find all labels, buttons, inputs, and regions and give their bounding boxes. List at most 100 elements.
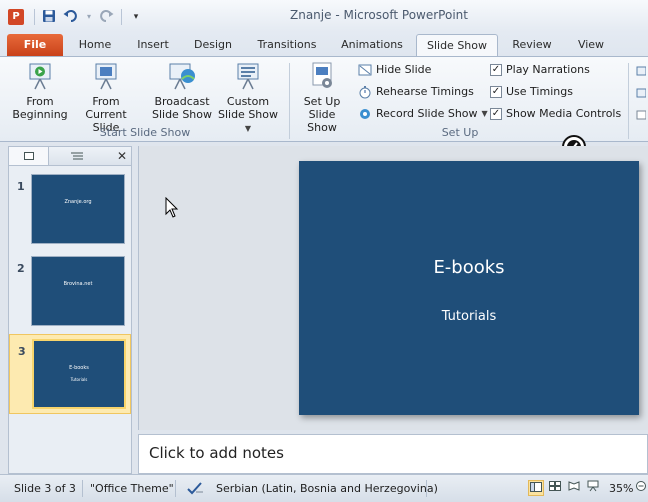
qat-separator	[34, 9, 35, 25]
record-icon	[358, 107, 372, 121]
stopwatch-icon	[358, 85, 372, 99]
slide-thumbnail-row-2[interactable]: 2 Brovina.net	[9, 252, 131, 328]
thumbnail-title: Znanje.org	[64, 199, 92, 205]
setup-label-1: Set Up	[303, 95, 341, 108]
reading-view-icon[interactable]	[566, 480, 582, 496]
group-separator	[628, 63, 629, 139]
qat-separator	[121, 9, 122, 25]
group-label-set-up: Set Up	[441, 126, 479, 139]
custom-label-1: Custom	[226, 95, 270, 108]
slides-panel: 1 Znanje.org 2 Brovina.net 3 E-books Tut…	[8, 166, 132, 474]
from-current-label-1: From	[92, 95, 120, 108]
slide-canvas[interactable]: E-books Tutorials	[138, 146, 648, 430]
slide-counter: Slide 3 of 3	[14, 482, 76, 495]
slide-show-view-icon[interactable]	[585, 480, 601, 496]
from-beginning-label-2: Beginning	[12, 108, 68, 121]
tab-slides-thumbnails[interactable]	[9, 147, 49, 165]
tab-insert[interactable]: Insert	[128, 34, 178, 56]
normal-view-icon[interactable]	[528, 480, 544, 496]
projector-current-icon	[91, 61, 121, 91]
from-beginning-button[interactable]: From Beginning	[8, 61, 72, 121]
tab-outline[interactable]	[57, 147, 97, 165]
status-separator	[426, 480, 427, 497]
use-timings-checkbox[interactable]: ✓ Use Timings	[490, 83, 573, 101]
group-separator	[289, 63, 290, 139]
ribbon-tab-bar: File Home Insert Design Transitions Anim…	[0, 32, 648, 57]
monitors-group-icon[interactable]	[636, 63, 647, 123]
save-icon[interactable]	[41, 9, 57, 25]
checkbox-checked[interactable]: ✓	[490, 64, 502, 76]
slide-sorter-view-icon[interactable]	[547, 480, 563, 496]
checkbox-checked[interactable]: ✓	[490, 86, 502, 98]
play-narrations-checkbox[interactable]: ✓ Play Narrations	[490, 61, 590, 79]
chevron-down-icon: ▼	[244, 124, 252, 133]
slide-title[interactable]: E-books	[299, 257, 639, 278]
hide-slide-icon	[358, 63, 372, 77]
slide-thumbnail[interactable]: Brovina.net	[31, 256, 125, 326]
tab-file[interactable]: File	[7, 34, 63, 56]
hide-slide-button[interactable]: Hide Slide	[358, 61, 431, 79]
chevron-down-icon: ▼	[481, 109, 488, 118]
status-separator	[82, 480, 83, 497]
window-title: Znanje - Microsoft PowerPoint	[290, 8, 468, 22]
customize-qat-icon[interactable]: ▾	[128, 9, 144, 25]
from-beginning-label-1: From	[26, 95, 54, 108]
tab-design[interactable]: Design	[186, 34, 240, 56]
powerpoint-app-icon[interactable]: P	[8, 9, 24, 25]
setup-slideshow-icon	[307, 61, 337, 91]
checkbox-checked[interactable]: ✓	[490, 108, 502, 120]
tab-view[interactable]: View	[566, 34, 616, 56]
tab-slide-show[interactable]: Slide Show	[416, 34, 498, 57]
broadcast-label-1: Broadcast	[154, 95, 210, 108]
language-indicator[interactable]: Serbian (Latin, Bosnia and Herzegovina)	[216, 482, 438, 495]
set-up-slide-show-button[interactable]: Set Up Slide Show	[292, 61, 352, 134]
from-current-slide-button[interactable]: From Current Slide	[72, 61, 140, 134]
undo-icon[interactable]	[63, 9, 79, 25]
slide-thumbnail[interactable]: Znanje.org	[31, 174, 125, 244]
zoom-out-icon[interactable]	[636, 480, 646, 496]
current-slide[interactable]: E-books Tutorials	[299, 161, 639, 415]
slides-panel-header: ✕	[8, 146, 132, 166]
status-bar: Slide 3 of 3 "Office Theme" Serbian (Lat…	[0, 474, 648, 502]
thumbnail-title: E-books	[69, 365, 89, 371]
tab-review[interactable]: Review	[504, 34, 560, 56]
projector-play-icon	[25, 61, 55, 91]
slide-number: 1	[17, 180, 25, 193]
use-timings-label: Use Timings	[506, 85, 573, 98]
theme-name[interactable]: "Office Theme"	[90, 482, 174, 495]
broadcast-label-2: Slide Show	[151, 108, 213, 121]
play-narrations-label: Play Narrations	[506, 63, 590, 76]
notes-placeholder[interactable]: Click to add notes	[149, 444, 284, 462]
ribbon: From Beginning From Current Slide Broadc…	[0, 56, 648, 142]
slide-number: 3	[18, 345, 26, 358]
status-separator	[175, 480, 176, 497]
notes-pane[interactable]: Click to add notes	[138, 434, 648, 474]
setup-label-2: Slide Show	[307, 108, 337, 134]
close-icon[interactable]: ✕	[117, 149, 127, 163]
custom-slides-icon	[233, 61, 263, 91]
redo-icon[interactable]	[99, 9, 115, 25]
custom-slide-show-button[interactable]: Custom Slide Show ▼	[214, 61, 282, 135]
show-media-controls-checkbox[interactable]: ✓ Show Media Controls	[490, 105, 621, 123]
undo-dropdown-icon[interactable]: ▾	[85, 9, 93, 25]
slide-number: 2	[17, 262, 25, 275]
record-slide-show-label: Record Slide Show	[376, 107, 478, 120]
mouse-cursor-icon	[165, 196, 179, 219]
slide-thumbnail-row-3[interactable]: 3 E-books Tutorials	[9, 334, 131, 414]
slide-subtitle[interactable]: Tutorials	[299, 309, 639, 324]
thumbnail-subtitle: Tutorials	[70, 377, 88, 382]
show-media-controls-label: Show Media Controls	[506, 107, 622, 120]
slide-thumbnail-row-1[interactable]: 1 Znanje.org	[9, 170, 131, 246]
broadcast-slide-show-button[interactable]: Broadcast Slide Show	[150, 61, 214, 121]
spell-check-icon[interactable]	[186, 480, 204, 496]
tab-home[interactable]: Home	[70, 34, 120, 56]
record-slide-show-button[interactable]: Record Slide Show ▼	[358, 105, 488, 123]
zoom-level[interactable]: 35%	[609, 482, 633, 495]
thumbnail-title: Brovina.net	[63, 281, 93, 287]
slide-thumbnail[interactable]: E-books Tutorials	[32, 339, 126, 409]
custom-label-2-text: Slide Show	[217, 108, 279, 121]
tab-transitions[interactable]: Transitions	[248, 34, 326, 56]
tab-animations[interactable]: Animations	[334, 34, 410, 56]
hide-slide-label: Hide Slide	[376, 63, 432, 76]
rehearse-timings-button[interactable]: Rehearse Timings	[358, 83, 474, 101]
